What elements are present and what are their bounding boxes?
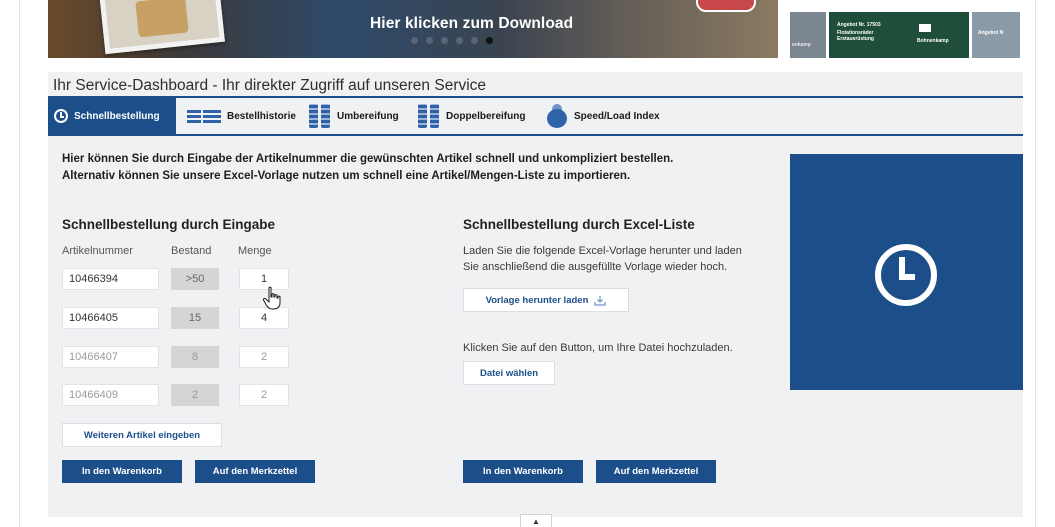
quick-order-feature-box [790, 154, 1023, 390]
stock-value: 15 [171, 307, 219, 329]
service-dashboard: Ihr Service-Dashboard - Ihr direkter Zug… [48, 72, 1023, 517]
dashboard-tabs: Schnellbestellung Bestellhistorie Umbere… [48, 96, 1023, 136]
slider-dot[interactable] [426, 37, 433, 44]
offer-thumbnail[interactable]: enkamp [790, 12, 826, 58]
speedometer-icon [546, 104, 568, 128]
tab-label: Speed/Load Index [574, 110, 660, 122]
excel-order-heading: Schnellbestellung durch Excel-Liste [463, 217, 695, 232]
slider-dots [411, 37, 493, 44]
download-banner[interactable]: Hier klicken zum Download [48, 0, 778, 58]
add-to-wishlist-button[interactable]: Auf den Merkzettel [195, 460, 315, 483]
excel-add-to-wishlist-button[interactable]: Auf den Merkzettel [596, 460, 716, 483]
stock-value: 2 [171, 384, 219, 406]
download-template-button[interactable]: Vorlage herunter laden [463, 288, 629, 312]
instruction-line: Sie anschließend die ausgefüllte Vorlage… [463, 261, 728, 273]
tab-umbereifung[interactable]: Umbereifung [303, 98, 405, 134]
excel-add-to-cart-button[interactable]: In den Warenkorb [463, 460, 583, 483]
offer-thumbnail[interactable]: Angebot Nr. 17503 Flotationsräder Erstau… [829, 12, 969, 58]
tab-label: Bestellhistorie [227, 110, 296, 122]
stock-value: 8 [171, 346, 219, 368]
tab-speed-load-index[interactable]: Speed/Load Index [540, 98, 666, 134]
clock-icon [875, 244, 937, 306]
tab-label: Umbereifung [337, 110, 399, 122]
list-icon [187, 108, 221, 124]
article-number-input[interactable]: 10466407 [62, 346, 159, 368]
thumbnail-text: Angebot N [978, 30, 1004, 36]
upload-instructions: Klicken Sie auf den Button, um Ihre Date… [463, 342, 733, 354]
intro-line: Hier können Sie durch Eingabe der Artike… [62, 153, 674, 165]
tab-label: Schnellbestellung [74, 110, 160, 122]
slider-dot[interactable] [456, 37, 463, 44]
article-number-input[interactable]: 10466409 [62, 384, 159, 406]
quantity-input[interactable]: 4 [239, 307, 289, 329]
double-tire-icon [418, 104, 440, 128]
choose-file-button[interactable]: Datei wählen [463, 361, 555, 385]
intro-line: Alternativ können Sie unsere Excel-Vorla… [62, 170, 631, 182]
banner-title[interactable]: Hier klicken zum Download [370, 15, 573, 33]
thumbnail-text: Erstausrüstung [837, 36, 874, 42]
scroll-to-top-button[interactable]: ▲ [520, 514, 552, 527]
quick-order-heading: Schnellbestellung durch Eingabe [62, 217, 276, 232]
intro-text: Hier können Sie durch Eingabe der Artike… [62, 151, 673, 185]
tab-bestellhistorie[interactable]: Bestellhistorie [181, 98, 302, 134]
offer-thumbnails: enkamp Angebot Nr. 17503 Flotationsräder… [790, 12, 1020, 58]
article-number-input[interactable]: 10466394 [62, 268, 159, 290]
banner-badge [696, 0, 756, 12]
column-header-stock: Bestand [171, 245, 212, 257]
thumbnail-logo-icon [919, 24, 931, 32]
hand-cursor-icon [262, 286, 281, 310]
page-border-right [1035, 0, 1036, 527]
page-border-left [19, 0, 20, 527]
slider-dot[interactable] [441, 37, 448, 44]
article-number-input[interactable]: 10466405 [62, 307, 159, 329]
thumbnail-brand: Bohnenkamp [917, 38, 949, 44]
download-icon [594, 295, 606, 306]
tire-swap-icon [309, 104, 331, 128]
tab-schnellbestellung[interactable]: Schnellbestellung [48, 98, 176, 134]
slider-dot-active[interactable] [486, 37, 493, 44]
quantity-input[interactable]: 2 [239, 384, 289, 406]
button-label: Vorlage herunter laden [485, 294, 589, 306]
stock-value: >50 [171, 268, 219, 290]
column-header-quantity: Menge [238, 245, 272, 257]
dashboard-title: Ihr Service-Dashboard - Ihr direkter Zug… [53, 77, 487, 94]
add-article-button[interactable]: Weiteren Artikel eingeben [62, 423, 222, 447]
excel-instructions: Laden Sie die folgende Excel-Vorlage her… [463, 243, 783, 275]
slider-dot[interactable] [411, 37, 418, 44]
thumbnail-text: enkamp [792, 42, 811, 48]
add-to-cart-button[interactable]: In den Warenkorb [62, 460, 182, 483]
column-header-article: Artikelnummer [62, 245, 133, 257]
offer-thumbnail[interactable]: Angebot N [972, 12, 1020, 58]
quantity-input[interactable]: 2 [239, 346, 289, 368]
thumbnail-title: Angebot Nr. 17503 [837, 22, 881, 28]
clock-icon [54, 109, 68, 123]
tab-label: Doppelbereifung [446, 110, 526, 122]
banner-photo [99, 0, 225, 55]
instruction-line: Laden Sie die folgende Excel-Vorlage her… [463, 245, 742, 257]
slider-dot[interactable] [471, 37, 478, 44]
tab-doppelbereifung[interactable]: Doppelbereifung [412, 98, 531, 134]
